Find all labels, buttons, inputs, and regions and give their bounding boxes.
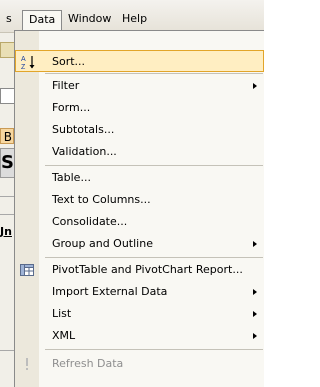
svg-text:Z: Z — [21, 64, 26, 70]
menu-item-pivottable[interactable]: PivotTable and PivotChart Report... — [15, 259, 264, 281]
menu-data[interactable]: Data — [22, 10, 63, 30]
menu-separator — [45, 165, 263, 166]
submenu-arrow-icon — [253, 241, 257, 247]
menu-item-refresh-data[interactable]: Refresh Data — [15, 353, 264, 375]
menu-item-table[interactable]: Table... — [15, 167, 264, 189]
menu-bar: s Data Window Help — [0, 0, 264, 33]
menu-item-label: Table... — [52, 171, 91, 184]
menu-item-list[interactable]: List — [15, 303, 264, 325]
menu-item-import-external-data[interactable]: Import External Data — [15, 281, 264, 303]
menu-item-xml[interactable]: XML — [15, 325, 264, 347]
menu-item-label: Group and Outline — [52, 237, 153, 250]
cell-partial: Jn — [0, 225, 12, 238]
menu-separator — [45, 349, 263, 350]
menu-item-label: Validation... — [52, 145, 117, 158]
menu-item-label: XML — [52, 329, 76, 342]
menu-item-validation[interactable]: Validation... — [15, 141, 264, 163]
pivottable-icon — [20, 264, 34, 276]
submenu-arrow-icon — [253, 333, 257, 339]
menu-item-label: Filter — [52, 79, 80, 92]
svg-text:A: A — [21, 56, 26, 63]
menu-item-label: Refresh Data — [52, 357, 124, 370]
menu-item-sort[interactable]: A Z Sort... — [15, 50, 264, 72]
menu-window[interactable]: Window — [62, 10, 117, 28]
submenu-arrow-icon — [253, 83, 257, 89]
submenu-arrow-icon — [253, 311, 257, 317]
menu-item-filter[interactable]: Filter — [15, 75, 264, 97]
submenu-arrow-icon — [253, 289, 257, 295]
menu-item-text-to-columns[interactable]: Text to Columns... — [15, 189, 264, 211]
menu-item-label: Consolidate... — [52, 215, 128, 228]
menu-item-subtotals[interactable]: Subtotals... — [15, 119, 264, 141]
menu-tools-partial[interactable]: s — [0, 10, 12, 28]
data-menu-dropdown: A Z Sort... Filter Form... Subtotals... … — [14, 30, 264, 387]
cell-partial: B — [0, 128, 14, 144]
refresh-icon — [26, 358, 28, 370]
menu-item-label: PivotTable and PivotChart Report... — [52, 263, 243, 276]
sort-ascending-icon: A Z — [21, 56, 35, 70]
menu-separator — [45, 257, 263, 258]
menu-separator — [45, 73, 263, 74]
menu-item-label: Subtotals... — [52, 123, 115, 136]
menu-item-form[interactable]: Form... — [15, 97, 264, 119]
menu-item-group-and-outline[interactable]: Group and Outline — [15, 233, 264, 255]
menu-item-consolidate[interactable]: Consolidate... — [15, 211, 264, 233]
menu-item-label: Text to Columns... — [52, 193, 151, 206]
menu-item-label: Form... — [52, 101, 91, 114]
menu-item-label: Import External Data — [52, 285, 168, 298]
menu-help[interactable]: Help — [116, 10, 153, 28]
menu-item-label: Sort... — [52, 55, 86, 68]
menu-item-label: List — [52, 307, 72, 320]
